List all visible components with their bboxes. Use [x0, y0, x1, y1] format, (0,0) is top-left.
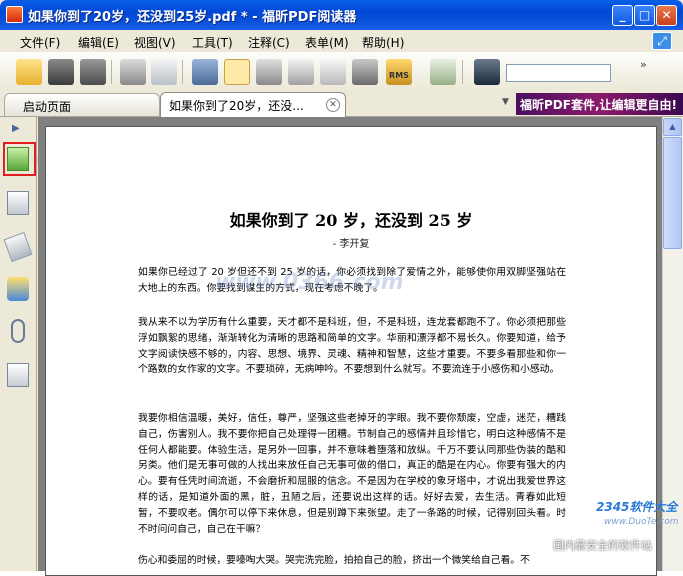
window-title: 如果你到了20岁，还没到25岁.pdf * - 福昕PDF阅读器 [28, 10, 357, 25]
toolbar-more-icon[interactable]: » [640, 58, 647, 71]
text-select-icon[interactable] [320, 59, 346, 85]
rms-lock-icon[interactable]: RMS [386, 59, 412, 85]
menu-comment[interactable]: 注释(C) [248, 34, 290, 51]
search-input[interactable] [506, 64, 611, 82]
foxit-app-icon [6, 6, 23, 23]
select-arrow-icon[interactable] [288, 59, 314, 85]
pdf-page[interactable]: 如果你到了 20 岁，还没到 25 岁 - 李开复 如果你已经过了 20 岁但还… [45, 126, 657, 576]
site-watermark: www.0366.com [215, 270, 404, 295]
sign-pen-icon[interactable] [430, 59, 456, 85]
email-icon[interactable] [151, 59, 177, 85]
paragraph: 我要你相信温暖，美好，信任，尊严，坚强这些老掉牙的字眼。我不要你颓废，空虚，迷茫… [138, 413, 566, 535]
save-as-icon[interactable] [80, 59, 106, 85]
comments-icon[interactable] [7, 277, 29, 301]
tab-close-icon[interactable]: ✕ [326, 98, 340, 112]
toolbar-separator [111, 60, 112, 84]
paragraph: 伤心和委屈的时候，要嚎啕大哭。哭完洗完脸，拍拍自己的脸，挤出一个微笑给自己看。不 [138, 555, 530, 566]
menu-view[interactable]: 视图(V) [134, 34, 176, 51]
menu-bar: 文件(F) 编辑(E) 视图(V) 工具(T) 注释(C) 表单(M) 帮助(H… [0, 30, 683, 52]
open-folder-icon[interactable] [16, 59, 42, 85]
scroll-up-arrow-icon[interactable]: ▲ [663, 118, 682, 136]
watermark-url: www.DuoTe.com [604, 517, 679, 527]
camera-snapshot-icon[interactable] [352, 59, 378, 85]
document-author: - 李开复 [332, 239, 370, 250]
title-bar[interactable]: 如果你到了20岁，还没到25岁.pdf * - 福昕PDF阅读器 _ □ ✕ [0, 0, 683, 30]
toolbar-separator [182, 60, 183, 84]
side-panel: ▶ [0, 117, 37, 571]
scroll-thumb[interactable] [663, 137, 682, 249]
tab-start-label: 启动页面 [23, 100, 72, 114]
layers-icon[interactable] [3, 231, 33, 263]
tab-start-page[interactable]: 启动页面 [4, 93, 160, 116]
menu-help[interactable]: 帮助(H) [362, 34, 404, 51]
promo-banner[interactable]: 福昕PDF套件,让编辑更自由! [516, 93, 683, 115]
maximize-button[interactable]: □ [634, 5, 655, 26]
expand-panel-icon[interactable]: ▶ [12, 123, 20, 134]
highlight-box [3, 142, 36, 176]
close-button[interactable]: ✕ [656, 5, 677, 26]
restore-layout-icon[interactable]: ⤢ [652, 32, 672, 50]
tab-list-dropdown-icon[interactable]: ▼ [502, 97, 509, 107]
fullscreen-icon[interactable] [192, 59, 218, 85]
print-icon[interactable] [120, 59, 146, 85]
save-icon[interactable] [48, 59, 74, 85]
hand-tool-icon[interactable] [224, 59, 250, 85]
menu-edit[interactable]: 编辑(E) [78, 34, 119, 51]
menu-tools[interactable]: 工具(T) [192, 34, 233, 51]
watermark-logo: 2345软件大全 [596, 500, 678, 514]
document-title: 如果你到了 20 岁，还没到 25 岁 [229, 211, 473, 230]
watermark-tagline: 国内最安全的软件站 [553, 539, 652, 552]
page-thumbnails-icon[interactable] [7, 191, 29, 215]
attachments-paperclip-icon[interactable] [11, 319, 25, 343]
binoculars-find-icon[interactable] [474, 59, 500, 85]
snapshot-glasses-icon[interactable] [256, 59, 282, 85]
menu-form[interactable]: 表单(M) [305, 34, 349, 51]
toolbar-separator [462, 60, 463, 84]
minimize-button[interactable]: _ [612, 5, 633, 26]
app-window: 如果你到了20岁，还没到25岁.pdf * - 福昕PDF阅读器 _ □ ✕ 文… [0, 0, 683, 576]
tab-doc-label: 如果你到了20岁，还没... [169, 99, 304, 113]
tab-document[interactable]: 如果你到了20岁，还没... ✕ [160, 92, 346, 117]
signatures-pen-icon[interactable] [7, 363, 29, 387]
paragraph: 我从来不以为学历有什么重要，天才都不是科班，但，不是科班，连龙套都跑不了。你必须… [138, 317, 566, 376]
menu-file[interactable]: 文件(F) [20, 34, 60, 51]
